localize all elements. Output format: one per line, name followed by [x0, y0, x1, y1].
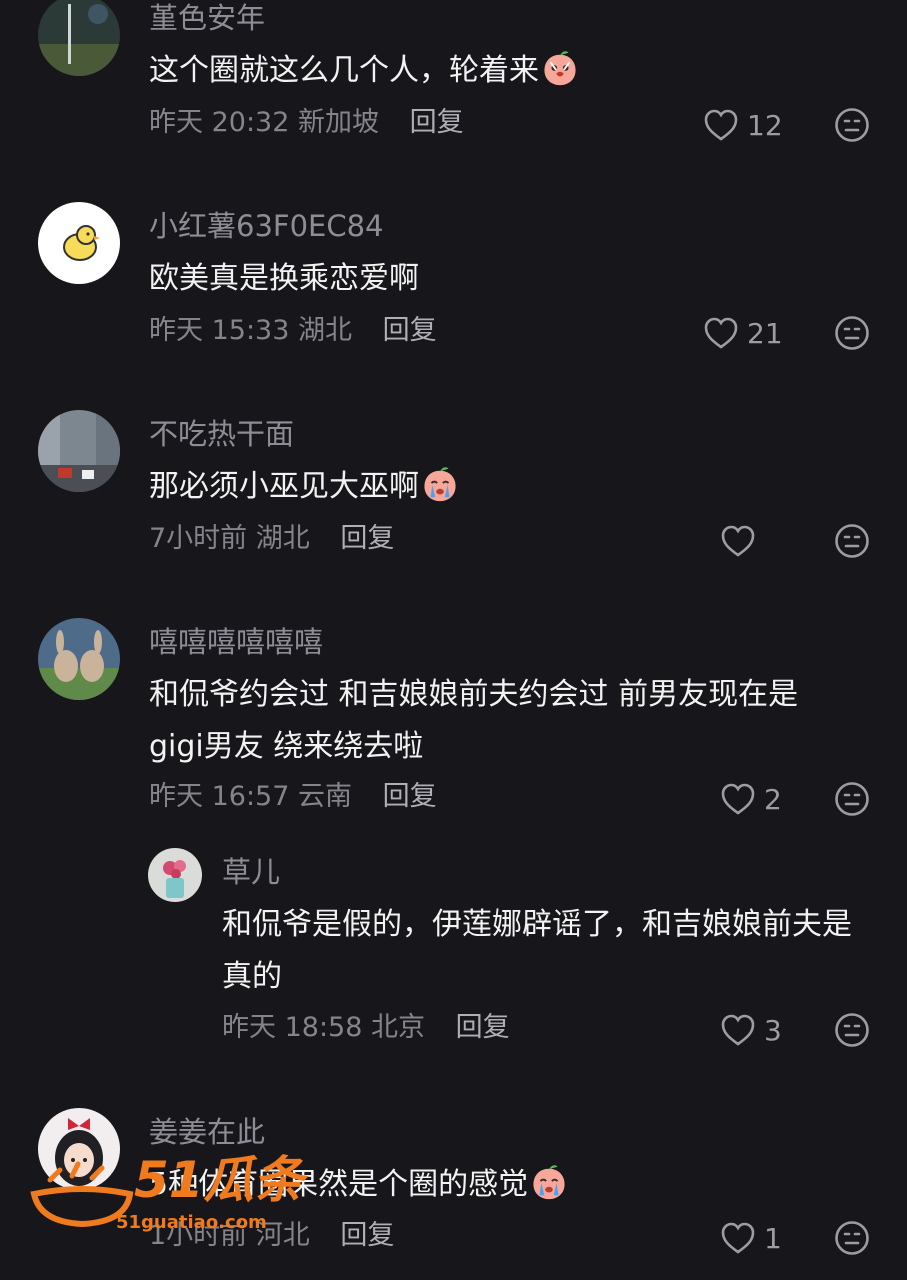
- location: 北京: [371, 1012, 425, 1043]
- username[interactable]: 不吃热干面: [149, 416, 294, 452]
- like-button[interactable]: 1: [720, 1218, 782, 1258]
- timestamp: 昨天 18:58: [222, 1012, 363, 1043]
- timestamp: 7小时前: [149, 523, 248, 554]
- avatar[interactable]: [38, 202, 120, 284]
- like-button[interactable]: [720, 521, 764, 561]
- heart-icon: [721, 1014, 755, 1046]
- reply-button[interactable]: 回复: [456, 1012, 510, 1043]
- comment-meta: 7小时前 湖北 回复: [149, 522, 394, 556]
- watermark-brand: 51瓜条: [134, 1151, 304, 1209]
- timestamp: 昨天 20:32: [149, 107, 290, 138]
- username[interactable]: 姜姜在此: [149, 1114, 265, 1150]
- watermark-logo: 51瓜条 51guatiao.com: [30, 1150, 330, 1240]
- location: 湖北: [298, 315, 352, 346]
- like-button[interactable]: 2: [720, 779, 782, 819]
- like-count: 1: [764, 1221, 782, 1255]
- comment-text: 欧美真是换乘恋爱啊: [149, 261, 419, 296]
- like-count: 12: [747, 108, 783, 142]
- dislike-face-icon[interactable]: [834, 1012, 870, 1048]
- crying-peach-emoji: [424, 467, 456, 502]
- dislike-face-icon[interactable]: [834, 523, 870, 559]
- heart-icon: [704, 317, 738, 349]
- watermark-url: 51guatiao.com: [116, 1212, 267, 1233]
- username[interactable]: 草儿: [222, 854, 280, 890]
- comment-meta: 昨天 16:57 云南 回复: [149, 780, 437, 814]
- comment-meta: 昨天 20:32 新加坡 回复: [149, 106, 464, 140]
- comment-text: 那必须小巫见大巫啊: [149, 461, 459, 513]
- reply-button[interactable]: 回复: [340, 523, 394, 554]
- reply-button[interactable]: 回复: [383, 781, 437, 812]
- dislike-face-icon[interactable]: [834, 107, 870, 143]
- comment-meta: 昨天 18:58 北京 回复: [222, 1011, 510, 1045]
- crying-peach-emoji: [533, 1165, 565, 1200]
- avatar[interactable]: [148, 848, 202, 902]
- reply-button[interactable]: 回复: [340, 1220, 394, 1251]
- heart-icon: [721, 1222, 755, 1254]
- heart-icon: [704, 109, 738, 141]
- location: 云南: [298, 781, 352, 812]
- heart-icon: [721, 783, 755, 815]
- comment-text: 和侃爷约会过 和吉娘娘前夫约会过 前男友现在是gigi男友 绕来绕去啦: [149, 677, 799, 764]
- reply-button[interactable]: 回复: [410, 107, 464, 138]
- comment-meta: 昨天 15:33 湖北 回复: [149, 314, 437, 348]
- dislike-face-icon[interactable]: [834, 315, 870, 351]
- heart-icon: [721, 525, 755, 557]
- avatar[interactable]: [38, 618, 120, 700]
- like-count: 21: [747, 316, 783, 350]
- timestamp: 昨天 15:33: [149, 315, 290, 346]
- location: 湖北: [255, 523, 310, 554]
- shocked-peach-emoji: [544, 51, 576, 86]
- username[interactable]: 小红薯63F0EC84: [149, 208, 384, 244]
- reply-button[interactable]: 回复: [383, 315, 437, 346]
- dislike-face-icon[interactable]: [834, 781, 870, 817]
- username[interactable]: 嘻嘻嘻嘻嘻嘻: [149, 624, 323, 660]
- avatar[interactable]: [38, 0, 120, 76]
- comment-text: 和侃爷是假的，伊莲娜辟谣了，和吉娘娘前夫是真的: [222, 907, 852, 994]
- like-count: 3: [764, 1013, 782, 1047]
- like-button[interactable]: 12: [703, 105, 783, 145]
- timestamp: 昨天 16:57: [149, 781, 290, 812]
- like-count: 2: [764, 782, 782, 816]
- like-button[interactable]: 21: [703, 313, 783, 353]
- username[interactable]: 堇色安年: [149, 0, 265, 36]
- like-button[interactable]: 3: [720, 1010, 782, 1050]
- location: 新加坡: [298, 107, 379, 138]
- avatar[interactable]: [38, 410, 120, 492]
- dislike-face-icon[interactable]: [834, 1220, 870, 1256]
- comment-text: 这个圈就这么几个人，轮着来: [149, 45, 579, 97]
